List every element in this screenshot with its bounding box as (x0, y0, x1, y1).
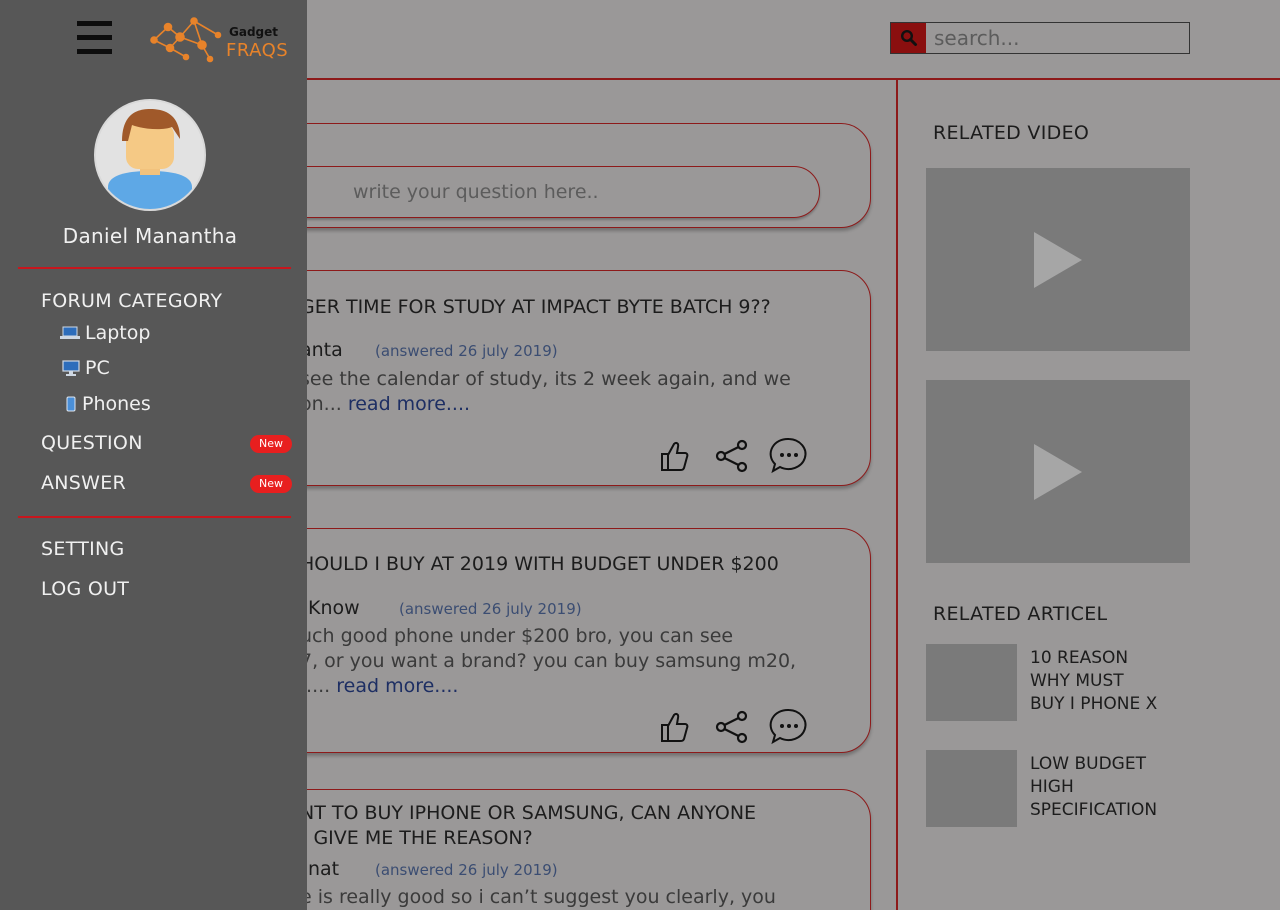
play-icon (1034, 231, 1082, 288)
like-icon[interactable] (655, 707, 695, 747)
drawer-divider (18, 267, 291, 269)
read-more-link[interactable]: read more.... (336, 675, 458, 697)
new-badge: New (250, 475, 292, 493)
article-thumbnail (926, 644, 1017, 721)
video-thumbnail[interactable] (926, 380, 1190, 563)
category-label: Laptop (85, 322, 151, 344)
avatar[interactable] (94, 99, 206, 211)
comment-icon[interactable] (769, 707, 809, 747)
related-article-title: RELATED ARTICEL (933, 603, 1108, 625)
share-icon[interactable] (712, 707, 752, 747)
like-icon[interactable] (655, 436, 695, 476)
read-more-link[interactable]: read more.... (348, 393, 470, 415)
user-avatar-icon (96, 101, 204, 209)
answered-date: (answered 26 july 2019) (375, 861, 558, 879)
search-button[interactable] (891, 23, 926, 53)
user-name[interactable]: nat (308, 858, 339, 880)
related-article-item[interactable]: LOW BUDGET HIGH SPECIFICATION (926, 750, 1186, 828)
answered-date: (answered 26 july 2019) (375, 342, 558, 360)
question-title[interactable]: HOULD I BUY AT 2019 WITH BUDGET UNDER $2… (300, 552, 779, 577)
category-label: Phones (82, 393, 151, 415)
category-item-phones[interactable]: Phones (65, 393, 151, 415)
forum-category-header[interactable]: FORUM CATEGORY (41, 290, 222, 312)
nav-logout[interactable]: LOG OUT (41, 578, 129, 600)
search-icon (900, 29, 917, 46)
question-title[interactable]: ) GIVE ME THE REASON? (300, 826, 533, 851)
question-input[interactable] (230, 166, 820, 218)
share-icon[interactable] (712, 436, 752, 476)
search-input[interactable] (926, 23, 1189, 53)
question-title[interactable]: NT TO BUY IPHONE OR SAMSUNG, CAN ANYONE (300, 801, 756, 826)
nav-answer[interactable]: ANSWER (41, 472, 126, 494)
question-excerpt: e is really good so i can’t suggest you … (300, 886, 776, 908)
search-box (890, 22, 1190, 54)
user-name[interactable]: Know (308, 597, 360, 619)
related-video-title: RELATED VIDEO (933, 122, 1090, 144)
category-label: PC (85, 357, 110, 379)
column-divider (896, 80, 898, 910)
answered-date: (answered 26 july 2019) (399, 600, 582, 618)
logo-text: FRAQS (226, 40, 289, 61)
nav-setting[interactable]: SETTING (41, 538, 125, 560)
article-thumbnail (926, 750, 1017, 827)
question-excerpt: uch good phone under $200 bro, you can s… (300, 625, 734, 647)
new-badge: New (250, 435, 292, 453)
drawer-divider (18, 516, 291, 518)
hamburger-menu-icon[interactable] (77, 21, 112, 55)
question-title[interactable]: GER TIME FOR STUDY AT IMPACT BYTE BATCH … (300, 295, 771, 320)
user-name: Daniel Manantha (62, 224, 238, 248)
question-excerpt: 7, or you want a brand? you can buy sams… (300, 650, 797, 672)
article-title: LOW BUDGET HIGH SPECIFICATION (1030, 754, 1158, 820)
question-excerpt: on... read more.... (300, 393, 471, 415)
logo-text: Gadget (229, 25, 279, 39)
category-item-laptop[interactable]: Laptop (60, 322, 150, 344)
question-excerpt: ..... read more.... (300, 675, 459, 697)
laptop-icon (60, 326, 80, 339)
question-excerpt: see the calendar of study, its 2 week ag… (300, 368, 791, 390)
play-icon (1034, 443, 1082, 500)
nav-question[interactable]: QUESTION (41, 432, 143, 454)
side-drawer: Gadget FRAQS Daniel Manantha FORUM CATEG… (0, 0, 307, 910)
category-item-pc[interactable]: PC (62, 357, 110, 379)
phone-icon (66, 396, 76, 412)
monitor-icon (62, 360, 80, 376)
comment-icon[interactable] (769, 436, 809, 476)
related-article-item[interactable]: 10 REASON WHY MUST BUY I PHONE X (926, 644, 1186, 722)
video-thumbnail[interactable] (926, 168, 1190, 351)
article-title: 10 REASON WHY MUST BUY I PHONE X (1030, 648, 1158, 714)
